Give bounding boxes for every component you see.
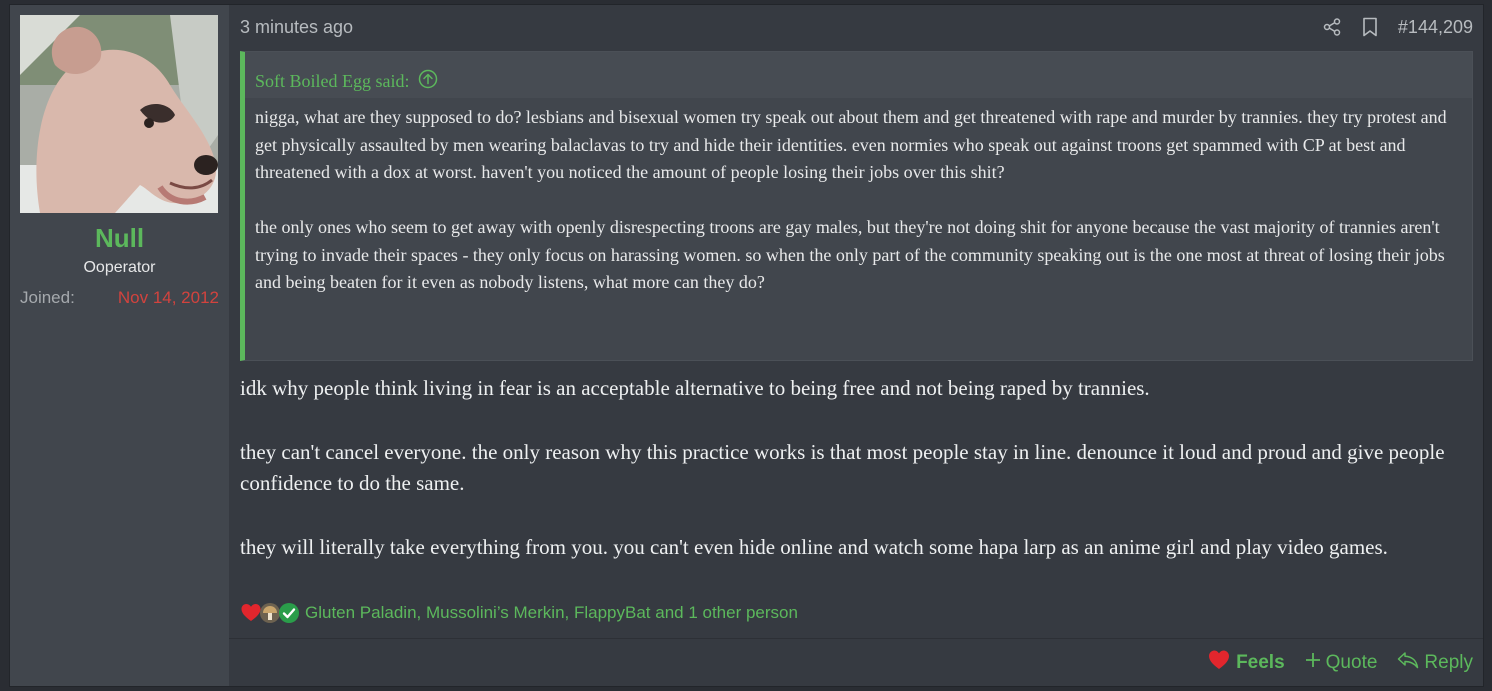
post-footer: Feels Quote Reply [229,638,1483,686]
reaction-names-link[interactable]: Gluten Paladin, Mussolini’s Merkin, Flap… [305,603,798,623]
jump-up-icon[interactable] [418,69,438,94]
feels-button[interactable]: Feels [1207,649,1285,677]
joined-label: Joined: [20,288,75,307]
message-paragraph: they will literally take everything from… [240,534,1388,559]
reply-icon [1397,651,1419,675]
user-sidebar: Null Ooperator Joined: Nov 14, 2012 [10,5,229,686]
quote-label: Quote [1325,652,1378,673]
user-avatar[interactable] [20,15,218,213]
post-message: idk why people think living in fear is a… [240,373,1475,563]
joined-date: Nov 14, 2012 [117,288,219,307]
forum-post: Null Ooperator Joined: Nov 14, 2012 3 mi… [9,4,1484,687]
plus-icon [1305,652,1321,674]
reply-button[interactable]: Reply [1397,651,1473,675]
message-paragraph: they can't cancel everyone. the only rea… [240,439,1445,496]
feels-label: Feels [1236,652,1285,673]
post-actions: Feels Quote Reply [1207,649,1473,677]
post-timestamp[interactable]: 3 minutes ago [240,17,353,38]
quote-button[interactable]: Quote [1305,652,1378,674]
post-main: 3 minutes ago #144,209 Soft Boiled Egg s… [229,5,1483,686]
username[interactable]: Null [10,223,229,254]
quote-paragraph: nigga, what are they supposed to do? les… [255,107,1447,182]
post-number-link[interactable]: #144,209 [1398,17,1473,38]
check-reaction-icon [278,602,300,624]
quote-body: nigga, what are they supposed to do? les… [245,98,1472,297]
heart-icon [1207,649,1231,677]
user-title: Ooperator [83,259,156,276]
share-icon[interactable] [1322,16,1342,38]
quote-author[interactable]: Soft Boiled Egg said: [255,71,410,92]
reply-label: Reply [1424,652,1473,673]
quote-header[interactable]: Soft Boiled Egg said: [245,52,1472,98]
reaction-icons [240,602,300,624]
quote-block: Soft Boiled Egg said: nigga, what are th… [240,51,1473,361]
reactions-bar[interactable]: Gluten Paladin, Mussolini’s Merkin, Flap… [240,602,798,624]
message-paragraph: idk why people think living in fear is a… [240,376,1150,400]
quote-paragraph: the only ones who seem to get away with … [255,217,1445,292]
post-header-actions: #144,209 [1322,16,1473,38]
bookmark-icon[interactable] [1360,16,1380,38]
